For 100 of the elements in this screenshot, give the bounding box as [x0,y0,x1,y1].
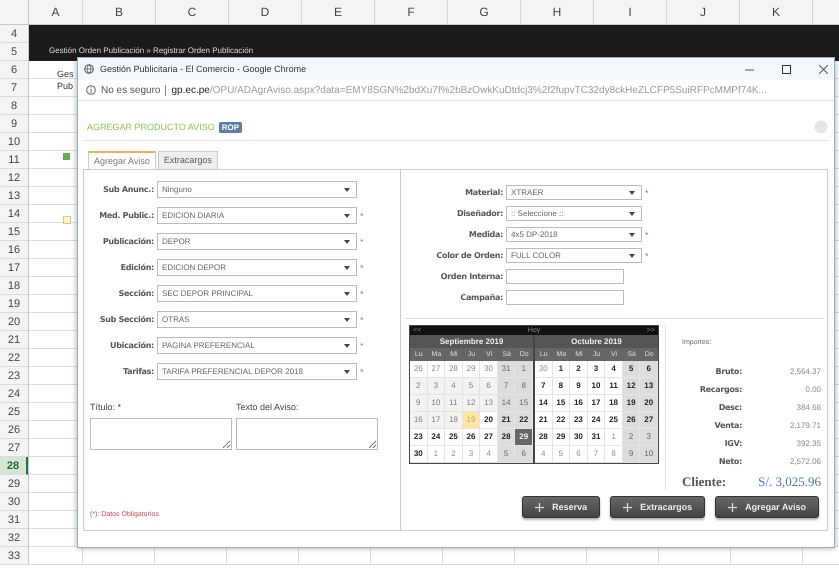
row-header[interactable]: 4 [0,25,28,43]
column-header[interactable]: J [667,0,740,24]
calendar-day[interactable]: 5 [622,361,640,378]
calendar-day[interactable]: 2 [410,378,428,395]
calendar-day[interactable]: 28 [498,429,516,446]
row-header[interactable]: 18 [0,277,28,295]
row-header[interactable]: 5 [0,43,28,61]
calendar-day[interactable]: 23 [410,429,428,446]
calendar-day[interactable]: 5 [462,378,480,395]
calendar-day[interactable]: 31 [588,429,606,446]
dropdown-field[interactable]: EDICION DIARIA [157,207,357,224]
calendar-day[interactable]: 30 [535,361,553,378]
row-header[interactable]: 29 [0,475,28,493]
info-icon[interactable] [86,85,96,95]
row-header[interactable]: 11 [0,151,28,169]
dropdown-field[interactable]: :: Seleccione :: [506,206,642,221]
calendar-day[interactable]: 28 [535,429,553,446]
calendar-day[interactable]: 9 [570,378,588,395]
calendar-day[interactable]: 25 [445,429,463,446]
calendar-day[interactable]: 23 [570,412,588,429]
url-text[interactable]: gp.ec.pe/OPU/ADAgrAviso.aspx?data=EMY8SGN%2bdXu7f%2bBzOwkKuDtdcj3%2f2fupvTC32dy8ckHeZLCFP5SuiRFPcMMPf74K... [171,84,767,96]
calendar-day[interactable]: 11 [445,395,463,412]
calendar-day[interactable]: 21 [535,412,553,429]
calendar-day[interactable]: 29 [552,429,570,446]
row-header[interactable]: 26 [0,421,28,439]
calendar-day[interactable]: 7 [535,378,553,395]
column-header[interactable]: K [740,0,813,24]
calendar-day[interactable]: 24 [588,412,606,429]
calendar-day[interactable]: 3 [640,429,658,446]
calendar-day[interactable]: 27 [640,412,658,429]
row-header[interactable]: 23 [0,367,28,385]
column-header[interactable]: C [156,0,229,24]
row-header[interactable]: 8 [0,97,28,115]
calendar-day[interactable]: 15 [515,395,533,412]
calendar-day[interactable]: 5 [498,446,516,463]
row-header[interactable]: 24 [0,385,28,403]
calendar-day[interactable]: 6 [480,378,498,395]
calendar-day[interactable]: 12 [622,378,640,395]
action-button[interactable]: Agregar Aviso [715,496,819,518]
row-header[interactable]: 31 [0,511,28,529]
column-header[interactable]: I [594,0,667,24]
row-header[interactable]: 15 [0,223,28,241]
input-field[interactable] [506,269,624,284]
dropdown-field[interactable]: EDICION DEPOR [157,259,357,276]
row-header[interactable]: 16 [0,241,28,259]
calendar-day[interactable]: 31 [498,361,516,378]
row-header[interactable]: 13 [0,187,28,205]
maximize-icon[interactable] [782,64,791,74]
row-header[interactable]: 30 [0,493,28,511]
row-header[interactable]: 33 [0,547,28,565]
calendar-day[interactable]: 18 [445,412,463,429]
row-header[interactable]: 32 [0,529,28,547]
calendar-day[interactable]: 6 [570,446,588,463]
calendar-day[interactable]: 2 [570,361,588,378]
dropdown-field[interactable]: TARIFA PREFERENCIAL DEPOR 2018 [157,363,357,380]
row-header[interactable]: 22 [0,349,28,367]
dropdown-field[interactable]: Ninguno [157,181,357,198]
calendar-day[interactable]: 9 [622,446,640,463]
input-field[interactable] [506,290,624,305]
row-header[interactable]: 14 [0,205,28,223]
calendar-day[interactable]: 13 [480,395,498,412]
calendar-day[interactable]: 14 [498,395,516,412]
column-header[interactable]: E [302,0,375,24]
column-header[interactable]: H [521,0,594,24]
calendar-day[interactable]: 8 [552,378,570,395]
calendar-day[interactable]: 24 [428,429,446,446]
calendar-day[interactable]: 7 [498,378,516,395]
dropdown-field[interactable]: FULL COLOR [506,248,642,263]
column-header[interactable]: F [375,0,448,24]
calendar-day[interactable]: 1 [515,361,533,378]
calendar-day[interactable]: 9 [410,395,428,412]
calendar-day[interactable]: 1 [552,361,570,378]
calendar-day[interactable]: 13 [640,378,658,395]
calendar-day[interactable]: 3 [588,361,606,378]
row-header[interactable]: 19 [0,295,28,313]
calendar-day[interactable]: 22 [515,412,533,429]
row-header[interactable]: 20 [0,313,28,331]
dropdown-field[interactable]: XTRAER [506,185,642,200]
calendar-day[interactable]: 10 [588,378,606,395]
calendar-day[interactable]: 29 [515,429,533,446]
calendar-day[interactable]: 30 [570,429,588,446]
calendar-day[interactable]: 20 [640,395,658,412]
calendar-day[interactable]: 4 [445,378,463,395]
calendar-day[interactable]: 16 [410,412,428,429]
calendar-day[interactable]: 4 [535,446,553,463]
calendar-day[interactable]: 17 [588,395,606,412]
column-header[interactable]: A [29,0,83,24]
dropdown-field[interactable]: SEC DEPOR PRINCIPAL [157,285,357,302]
column-header[interactable]: D [229,0,302,24]
calendar-day[interactable]: 10 [428,395,446,412]
action-button[interactable]: Reserva [522,496,600,518]
tab[interactable]: Agregar Aviso [88,151,156,169]
calendar-day[interactable]: 26 [462,429,480,446]
row-header[interactable]: 17 [0,259,28,277]
row-header[interactable]: 6 [0,61,28,79]
row-header[interactable]: 9 [0,115,28,133]
row-header[interactable]: 7 [0,79,28,97]
calendar-day[interactable]: 6 [515,446,533,463]
calendar-day[interactable]: 22 [552,412,570,429]
calendar-day[interactable]: 16 [570,395,588,412]
